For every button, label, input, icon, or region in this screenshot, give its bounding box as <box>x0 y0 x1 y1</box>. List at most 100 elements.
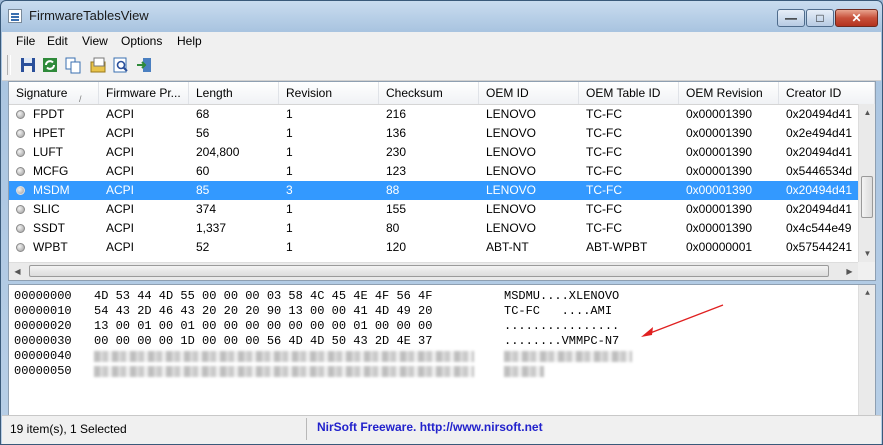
cell-oem-table-id: ABT-WPBT <box>586 240 648 254</box>
hex-row: 00000010 54 43 2D 46 43 20 20 20 90 13 00… <box>14 304 854 319</box>
cell-length: 1,337 <box>196 221 227 235</box>
menu-file[interactable]: File <box>16 34 35 48</box>
find-button[interactable] <box>111 55 131 75</box>
copy-icon <box>65 57 81 74</box>
column-checksum[interactable]: Checksum <box>379 82 479 104</box>
menu-bar: File Edit View Options Help <box>2 32 881 51</box>
hex-address: 00000030 <box>14 334 72 348</box>
column-firmware-provider[interactable]: Firmware Pr... <box>99 82 189 104</box>
menu-edit[interactable]: Edit <box>47 34 68 48</box>
cell-oem-table-id: TC-FC <box>586 183 622 197</box>
cell-signature: MCFG <box>33 164 69 178</box>
cell-creator-id: 0x20494d41 <box>786 107 853 121</box>
column-revision[interactable]: Revision <box>279 82 379 104</box>
cell-firmware-provider: ACPI <box>106 107 135 121</box>
cell-oem-revision: 0x00001390 <box>686 164 753 178</box>
cell-firmware-provider: ACPI <box>106 183 135 197</box>
table-row[interactable]: HPET ACPI 56 1 136 LENOVO TC-FC 0x00001390 0x2e4… <box>9 124 858 143</box>
cell-signature: FPDT <box>33 107 65 121</box>
menu-help[interactable]: Help <box>177 34 202 48</box>
cell-firmware-provider: ACPI <box>106 240 135 254</box>
cell-oem-id: LENOVO <box>486 107 537 121</box>
cell-oem-table-id: TC-FC <box>586 164 622 178</box>
table-row[interactable]: SSDT ACPI 1,337 1 80 LENOVO TC-FC 0x00001390 0x4… <box>9 219 858 238</box>
cell-oem-revision: 0x00001390 <box>686 221 753 235</box>
column-oem-revision[interactable]: OEM Revision <box>679 82 779 104</box>
cell-revision: 1 <box>286 164 293 178</box>
cell-length: 374 <box>196 202 217 216</box>
minimize-button[interactable]: — <box>777 9 805 27</box>
cell-revision: 1 <box>286 126 293 140</box>
close-button[interactable]: ✕ <box>835 9 878 27</box>
cell-checksum: 80 <box>386 221 400 235</box>
cell-oem-id: LENOVO <box>486 221 537 235</box>
save-icon <box>21 58 35 72</box>
table-row-icon <box>16 224 25 233</box>
column-oem-table-id[interactable]: OEM Table ID <box>579 82 679 104</box>
scroll-up-icon[interactable]: ▲ <box>859 104 875 121</box>
table-row[interactable]: MCFG ACPI 60 1 123 LENOVO TC-FC 0x00001390 0x544… <box>9 162 858 181</box>
table-row-icon <box>16 243 25 252</box>
title-bar[interactable]: FirmwareTablesView — □ ✕ <box>1 1 882 31</box>
cell-creator-id: 0x20494d41 <box>786 183 853 197</box>
table-row-icon <box>16 148 25 157</box>
scroll-right-icon[interactable]: ▶ <box>841 263 858 280</box>
list-horizontal-scrollbar[interactable]: ◀ ▶ <box>9 262 858 280</box>
cell-firmware-provider: ACPI <box>106 202 135 216</box>
cell-firmware-provider: ACPI <box>106 164 135 178</box>
table-row[interactable]: FPDT ACPI 68 1 216 LENOVO TC-FC 0x00001390 0x204… <box>9 105 858 124</box>
properties-button[interactable] <box>88 55 108 75</box>
app-icon <box>8 9 22 23</box>
cell-length: 68 <box>196 107 210 121</box>
column-creator-id[interactable]: Creator ID <box>779 82 875 104</box>
scroll-thumb[interactable] <box>861 176 873 218</box>
hex-address: 00000040 <box>14 349 72 363</box>
save-button[interactable] <box>18 55 38 75</box>
column-signature[interactable]: Signature / <box>9 82 99 104</box>
hex-ascii: ........VMMPC-N7 <box>504 334 620 348</box>
hex-bytes: 13 00 01 00 01 00 00 00 00 00 00 00 01 0… <box>94 319 433 333</box>
status-divider <box>306 418 307 440</box>
cell-signature: SSDT <box>33 221 66 235</box>
refresh-icon <box>43 58 57 72</box>
scroll-corner <box>858 262 875 280</box>
exit-button[interactable] <box>134 55 154 75</box>
table-row[interactable]: LUFT ACPI 204,800 1 230 LENOVO TC-FC 0x00001390… <box>9 143 858 162</box>
table-header: Signature / Firmware Pr... Length Revisio… <box>9 82 875 105</box>
cell-oem-table-id: TC-FC <box>586 202 622 216</box>
hex-scroll-up-icon[interactable]: ▲ <box>859 285 875 302</box>
redacted-hex-ascii <box>504 351 632 362</box>
cell-creator-id: 0x20494d41 <box>786 202 853 216</box>
hex-row: 00000000 4D 53 44 4D 55 00 00 00 03 58 4C… <box>14 289 854 304</box>
cell-firmware-provider: ACPI <box>106 126 135 140</box>
cell-oem-revision: 0x00001390 <box>686 183 753 197</box>
menu-view[interactable]: View <box>82 34 108 48</box>
copy-button[interactable] <box>63 55 83 75</box>
cell-oem-revision: 0x00001390 <box>686 107 753 121</box>
cell-checksum: 230 <box>386 145 407 159</box>
cell-creator-id: 0x5446534d <box>786 164 853 178</box>
column-length[interactable]: Length <box>189 82 279 104</box>
cell-checksum: 136 <box>386 126 407 140</box>
table-row[interactable]: SLIC ACPI 374 1 155 LENOVO TC-FC 0x00001390 0x20… <box>9 200 858 219</box>
scroll-down-icon[interactable]: ▼ <box>859 245 875 262</box>
maximize-button[interactable]: □ <box>806 9 834 27</box>
table-row-icon <box>16 110 25 119</box>
cell-creator-id: 0x20494d41 <box>786 145 853 159</box>
hscroll-thumb[interactable] <box>29 265 829 277</box>
table-row[interactable]: WPBT ACPI 52 1 120 ABT-NT ABT-WPBT 0x00000001 0x… <box>9 238 858 257</box>
nirsoft-link[interactable]: NirSoft Freeware. http://www.nirsoft.net <box>317 420 543 434</box>
cell-oem-table-id: TC-FC <box>586 221 622 235</box>
cell-length: 52 <box>196 240 210 254</box>
scroll-left-icon[interactable]: ◀ <box>9 263 26 280</box>
list-vertical-scrollbar[interactable]: ▲ ▼ <box>858 104 875 262</box>
cell-signature: HPET <box>33 126 66 140</box>
refresh-button[interactable] <box>40 55 60 75</box>
menu-options[interactable]: Options <box>121 34 162 48</box>
cell-checksum: 88 <box>386 183 400 197</box>
firmware-table-list[interactable]: Signature / Firmware Pr... Length Revisio… <box>8 81 876 281</box>
column-oem-id[interactable]: OEM ID <box>479 82 579 104</box>
redacted-hex-bytes <box>94 351 474 362</box>
table-row[interactable]: MSDM ACPI 85 3 88 LENOVO TC-FC 0x00001390 0x2049… <box>9 181 858 200</box>
cell-signature: MSDM <box>33 183 70 197</box>
